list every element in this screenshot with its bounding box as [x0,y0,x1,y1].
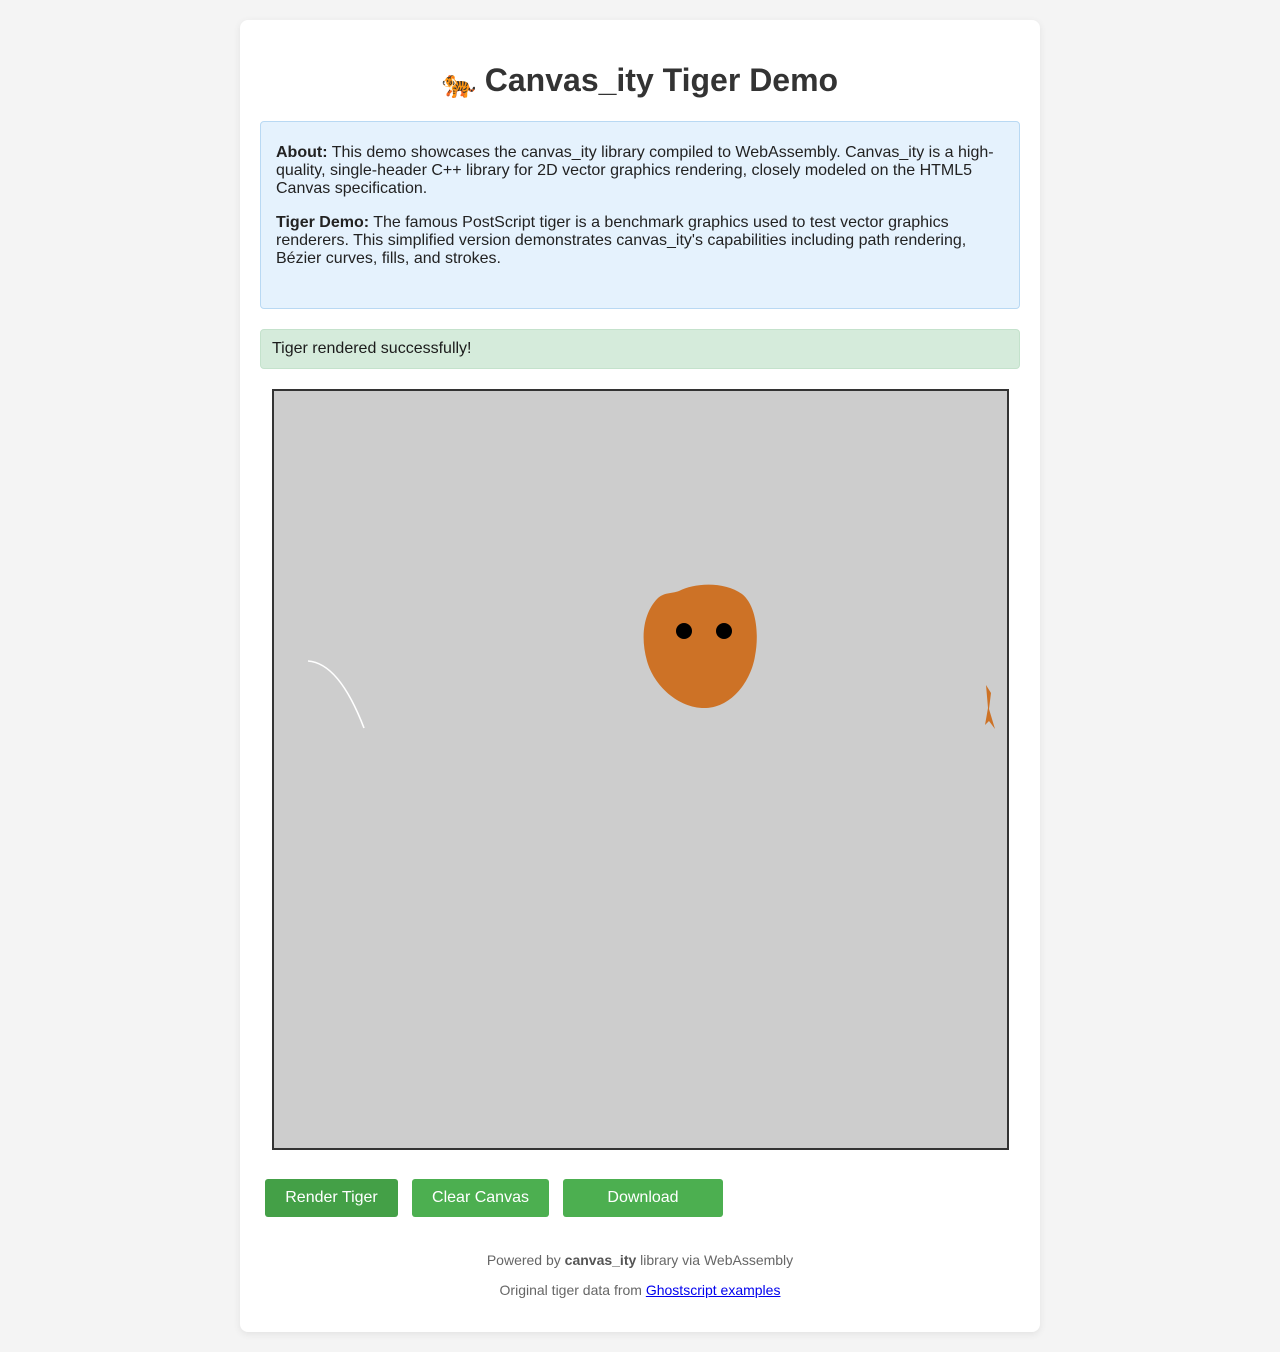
about-label: About: [276,144,328,161]
clear-canvas-button[interactable]: Clear Canvas [412,1179,549,1217]
ghostscript-examples-link[interactable]: Ghostscript examples [646,1282,781,1298]
tiger-emoji-icon: 🐅 [441,68,477,99]
download-image-button[interactable]: Download Image [563,1179,723,1244]
page-title: 🐅 Canvas_ity Tiger Demo [240,60,1040,104]
about-paragraph: About: This demo showcases the canvas_it… [276,144,1004,198]
tiger-right-eye [716,623,732,639]
render-tiger-button[interactable]: Render Tiger [265,1179,398,1217]
powered-prefix: Powered by [486,1252,565,1268]
info-box: About: This demo showcases the canvas_it… [260,121,1020,309]
page-title-text: Canvas_ity Tiger Demo [484,62,839,98]
original-prefix: Original tiger data from [499,1282,646,1298]
tiger-label: Tiger Demo: [276,214,370,231]
about-text: This demo showcases the canvas_ity libra… [276,144,994,197]
canvas-background [274,391,1007,1148]
tiger-drawing [274,391,1007,1148]
tiger-canvas[interactable] [272,389,1009,1150]
original-data-text: Original tiger data from Ghostscript exa… [240,1281,1040,1299]
status-message: Tiger rendered successfully! [260,329,1020,369]
powered-by-text: Powered by canvas_ity library via WebAss… [240,1251,1040,1269]
powered-suffix: library via WebAssembly [636,1252,794,1268]
tiger-text: The famous PostScript tiger is a benchma… [276,214,967,267]
tiger-left-eye [676,623,692,639]
powered-library-name: canvas_ity [564,1252,637,1268]
demo-card: 🐅 Canvas_ity Tiger Demo About: This demo … [240,20,1040,1332]
tiger-paragraph: Tiger Demo: The famous PostScript tiger … [276,214,1004,268]
